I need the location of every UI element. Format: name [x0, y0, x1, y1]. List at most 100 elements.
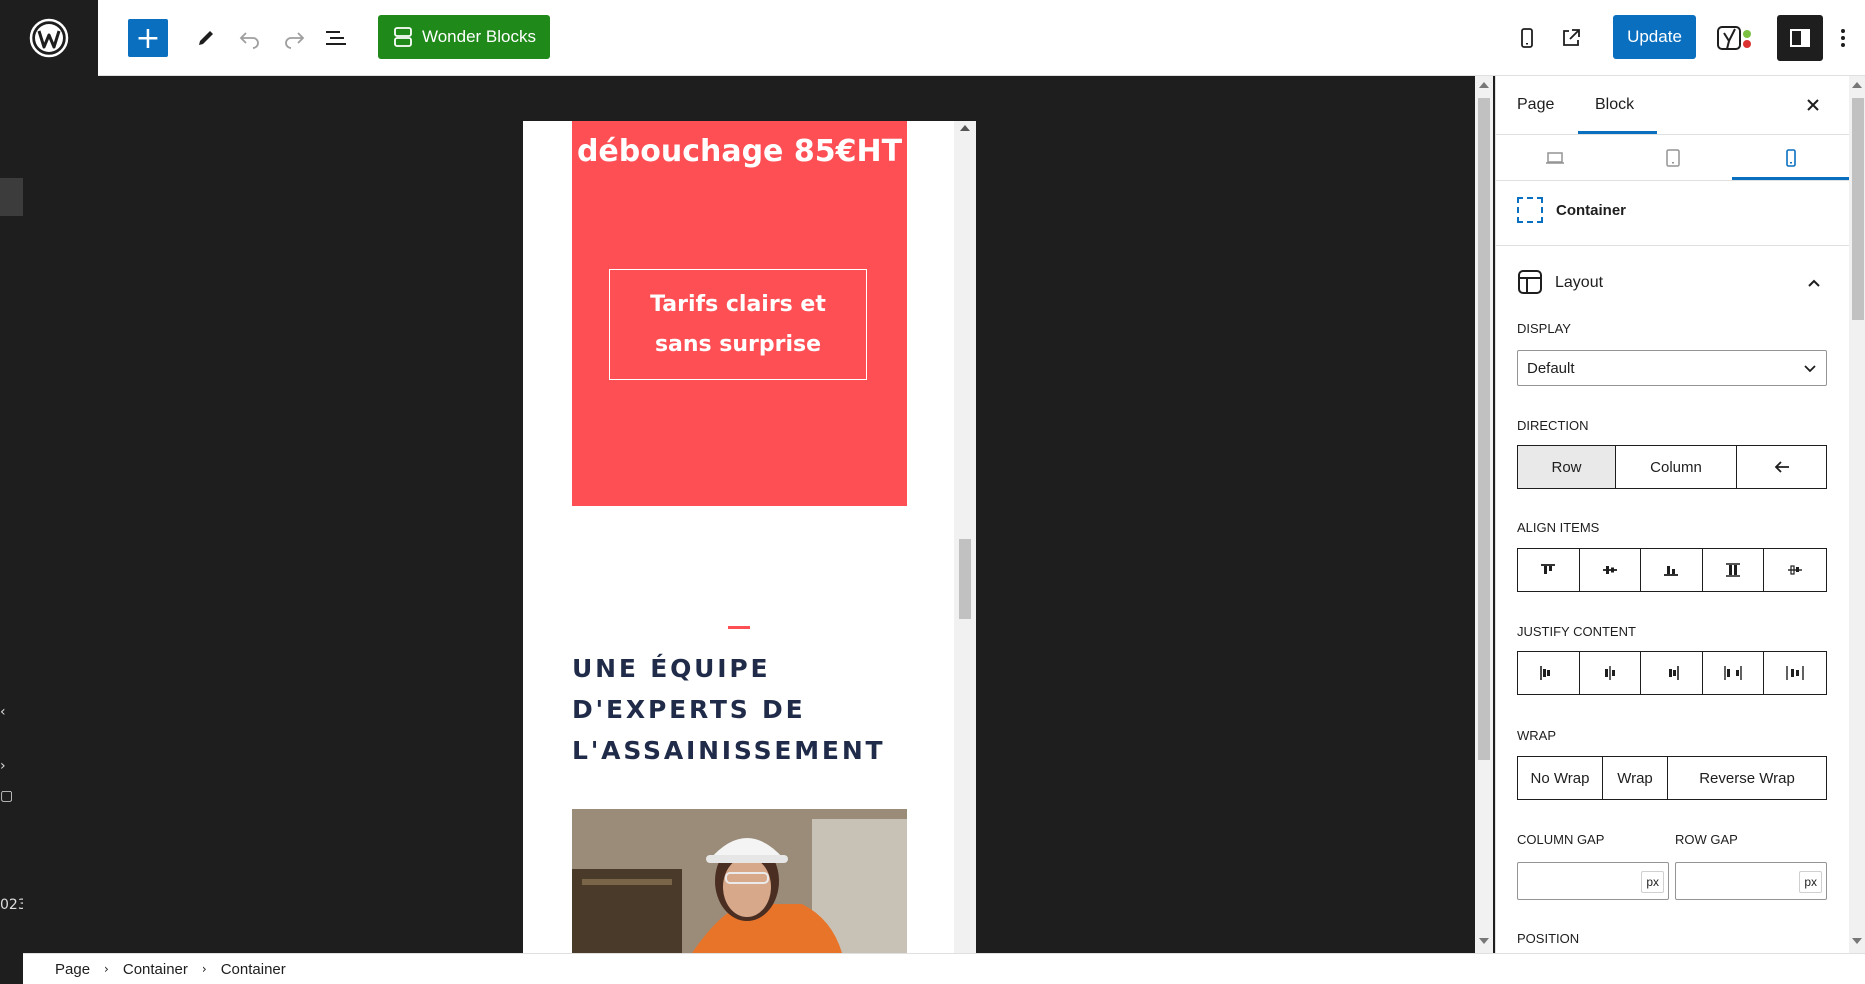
active-device-indicator: [1732, 177, 1849, 180]
team-heading-line: L'ASSAINISSEMENT: [572, 736, 886, 765]
tab-page[interactable]: Page: [1517, 76, 1554, 134]
container-block-icon: [1517, 197, 1543, 223]
wonder-blocks-icon: [394, 27, 412, 47]
align-end-button[interactable]: [1641, 549, 1703, 591]
scroll-down-arrow-icon[interactable]: [1852, 938, 1862, 944]
justify-space-between-button[interactable]: [1703, 652, 1765, 694]
admin-menu-icon[interactable]: ›: [0, 758, 6, 774]
direction-reverse-button[interactable]: [1737, 446, 1826, 488]
tab-block[interactable]: Block: [1595, 76, 1634, 134]
direction-label: DIRECTION: [1517, 418, 1589, 433]
pencil-icon: [199, 31, 213, 45]
list-view-icon: [326, 31, 346, 45]
align-stretch-button[interactable]: [1703, 549, 1765, 591]
preview-scrollbar[interactable]: [954, 121, 976, 953]
device-tab-mobile[interactable]: [1732, 135, 1849, 180]
column-gap-unit[interactable]: px: [1641, 871, 1664, 893]
arrow-left-icon: [1774, 461, 1789, 473]
scroll-up-arrow-icon[interactable]: [1479, 82, 1489, 88]
position-label: POSITION: [1517, 931, 1580, 946]
admin-menu-icon[interactable]: ▢: [0, 788, 13, 804]
scroll-down-arrow-icon[interactable]: [1479, 938, 1489, 944]
update-button[interactable]: Update: [1613, 15, 1696, 59]
chevron-down-icon: [1804, 365, 1816, 373]
layout-panel-title: Layout: [1555, 274, 1604, 291]
tablet-icon: [1665, 148, 1680, 167]
view-post-button[interactable]: [1551, 19, 1591, 57]
undo-button[interactable]: [230, 19, 270, 57]
close-sidebar-button[interactable]: [1802, 94, 1824, 116]
align-baseline-icon: [1788, 565, 1803, 575]
canvas-scrollbar[interactable]: [1475, 76, 1493, 953]
worker-photo[interactable]: [572, 809, 907, 953]
justify-space-between-icon: [1724, 666, 1742, 680]
justify-center-button[interactable]: [1580, 652, 1642, 694]
yoast-seo-button[interactable]: [1713, 19, 1759, 57]
no-wrap-button[interactable]: No Wrap: [1518, 757, 1603, 799]
accent-divider: [728, 626, 750, 629]
team-heading[interactable]: UNE ÉQUIPE D'EXPERTS DE L'ASSAINISSEMENT: [572, 648, 917, 771]
device-preview-button[interactable]: [1507, 19, 1547, 57]
canvas-scrollbar-thumb[interactable]: [1478, 98, 1490, 760]
align-top-icon: [1541, 564, 1556, 574]
align-items-button-group: [1517, 548, 1827, 592]
close-icon: [1807, 99, 1819, 111]
edit-tool-button[interactable]: [186, 19, 226, 57]
document-overview-button[interactable]: [316, 19, 356, 57]
justify-start-button[interactable]: [1518, 652, 1580, 694]
chevron-right-icon: ›: [201, 962, 207, 976]
reverse-wrap-button[interactable]: Reverse Wrap: [1668, 757, 1826, 799]
wrap-button[interactable]: Wrap: [1603, 757, 1668, 799]
display-select[interactable]: Default: [1517, 350, 1827, 386]
team-heading-line: UNE ÉQUIPE: [572, 654, 771, 683]
device-tab-tablet[interactable]: [1614, 135, 1731, 180]
worker-photo-illustration: [572, 809, 907, 953]
wonder-blocks-label: Wonder Blocks: [421, 27, 536, 46]
justify-content-label: JUSTIFY CONTENT: [1517, 624, 1636, 639]
scroll-up-arrow-icon[interactable]: [960, 125, 970, 131]
justify-end-button[interactable]: [1641, 652, 1703, 694]
breadcrumb-item[interactable]: Container: [221, 961, 286, 978]
admin-menu-active-item[interactable]: [0, 178, 23, 216]
sidebar-scrollbar[interactable]: [1849, 76, 1865, 953]
mobile-icon: [1785, 148, 1796, 167]
breadcrumb-item[interactable]: Container: [123, 961, 188, 978]
justify-space-around-icon: [1786, 666, 1804, 680]
justify-content-button-group: [1517, 651, 1827, 695]
external-link-icon: [1563, 29, 1580, 46]
admin-menu-icon[interactable]: ‹: [0, 704, 6, 720]
more-vertical-icon: [1841, 29, 1845, 47]
redo-button[interactable]: [274, 19, 314, 57]
align-center-button[interactable]: [1580, 549, 1642, 591]
align-start-button[interactable]: [1518, 549, 1580, 591]
row-gap-input[interactable]: px: [1675, 862, 1827, 900]
plus-icon: +: [135, 20, 161, 56]
align-baseline-button[interactable]: [1764, 549, 1826, 591]
settings-sidebar-toggle[interactable]: [1777, 15, 1823, 61]
wordpress-logo-icon[interactable]: [0, 0, 98, 76]
column-gap-label: COLUMN GAP: [1517, 832, 1605, 847]
promo-block[interactable]: débouchage 85€HT Tarifs clairs et sans s…: [572, 121, 907, 506]
justify-center-icon: [1604, 666, 1615, 680]
direction-row-button[interactable]: Row: [1518, 446, 1616, 488]
breadcrumb-item[interactable]: Page: [55, 961, 90, 978]
direction-button-group: Row Column: [1517, 445, 1827, 489]
wonder-blocks-button[interactable]: Wonder Blocks: [378, 15, 550, 59]
layout-panel-header[interactable]: Layout: [1517, 266, 1827, 298]
scroll-up-arrow-icon[interactable]: [1852, 82, 1862, 88]
settings-sidebar: Page Block Container Layout DISPLAY Defa…: [1495, 76, 1865, 983]
direction-column-button[interactable]: Column: [1616, 446, 1737, 488]
mobile-icon: [1521, 28, 1533, 48]
mobile-preview-frame[interactable]: débouchage 85€HT Tarifs clairs et sans s…: [523, 121, 976, 953]
sidebar-scrollbar-thumb[interactable]: [1852, 98, 1864, 320]
team-heading-line: D'EXPERTS DE: [572, 695, 806, 724]
responsive-device-tabs: [1496, 134, 1849, 181]
row-gap-unit[interactable]: px: [1799, 871, 1822, 893]
options-menu-button[interactable]: [1828, 19, 1858, 57]
column-gap-input[interactable]: px: [1517, 862, 1669, 900]
add-block-button[interactable]: +: [128, 19, 168, 57]
preview-scrollbar-thumb[interactable]: [959, 539, 971, 619]
tarifs-button[interactable]: Tarifs clairs et sans surprise: [609, 269, 867, 380]
justify-space-around-button[interactable]: [1764, 652, 1826, 694]
device-tab-desktop[interactable]: [1496, 135, 1613, 180]
